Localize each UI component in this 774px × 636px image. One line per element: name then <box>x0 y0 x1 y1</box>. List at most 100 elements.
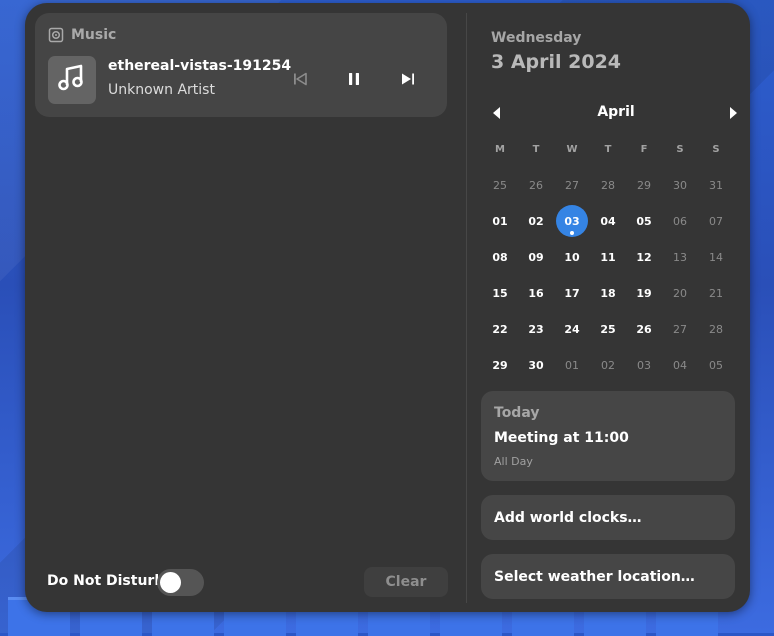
calendar-day[interactable]: 14 <box>698 239 734 275</box>
calendar-day-number: 22 <box>492 322 508 336</box>
calendar-day[interactable]: 01 <box>554 347 590 383</box>
calendar-day-number: 17 <box>564 286 580 300</box>
month-name: April <box>597 104 635 120</box>
calendar-day-number: 02 <box>528 214 544 228</box>
calendar-day[interactable]: 05 <box>698 347 734 383</box>
calendar-day-number: 11 <box>600 250 616 264</box>
calendar-day[interactable]: 29 <box>482 347 518 383</box>
calendar-weekday[interactable]: Wednesday <box>491 30 581 46</box>
calendar-day-number: 24 <box>564 322 580 336</box>
calendar-day[interactable]: 10 <box>554 239 590 275</box>
day-of-week-header: T <box>532 143 540 155</box>
calendar-day[interactable]: 08 <box>482 239 518 275</box>
calendar-day[interactable]: 25 <box>590 311 626 347</box>
calendar-day-number: 12 <box>636 250 652 264</box>
calendar-day[interactable]: 31 <box>698 167 734 203</box>
day-of-week-header: W <box>566 143 578 155</box>
calendar-day[interactable]: 09 <box>518 239 554 275</box>
events-heading: Today <box>494 405 540 421</box>
calendar-day-number: 25 <box>600 322 616 336</box>
calendar-day[interactable]: 04 <box>662 347 698 383</box>
calendar-day[interactable]: 20 <box>662 275 698 311</box>
calendar-day-number: 03 <box>637 358 651 372</box>
calendar-day[interactable]: 18 <box>590 275 626 311</box>
calendar-day-number: 15 <box>492 286 508 300</box>
calendar-day-number: 06 <box>673 214 687 228</box>
next-month-button[interactable] <box>721 101 745 125</box>
events-card[interactable]: Today Meeting at 11:00 All Day <box>481 391 735 481</box>
event-title: Meeting at 11:00 <box>494 430 629 446</box>
calendar-day-number: 28 <box>709 322 723 336</box>
calendar-day-number: 21 <box>709 286 723 300</box>
calendar-day[interactable]: 27 <box>554 167 590 203</box>
calendar-day-number: 02 <box>601 358 615 372</box>
day-of-week-header: T <box>604 143 612 155</box>
calendar-day[interactable]: 02 <box>518 203 554 239</box>
calendar-day-number: 26 <box>636 322 652 336</box>
calendar-day-number: 19 <box>636 286 652 300</box>
calendar-day[interactable]: 12 <box>626 239 662 275</box>
calendar-grid: M T W T F S S 25 26 27 28 29 30 31 01 02 03 04 05 06 07 08 09 1… <box>482 131 734 383</box>
calendar-day[interactable]: 13 <box>662 239 698 275</box>
calendar-day[interactable]: 15 <box>482 275 518 311</box>
calendar-day[interactable]: 26 <box>518 167 554 203</box>
calendar-day-number: 25 <box>493 178 507 192</box>
calendar-day[interactable]: 21 <box>698 275 734 311</box>
calendar-day-number: 29 <box>637 178 651 192</box>
calendar-day-number: 08 <box>492 250 508 264</box>
day-of-week-header: F <box>640 143 648 155</box>
calendar-day[interactable]: 03 <box>626 347 662 383</box>
calendar-day[interactable]: 06 <box>662 203 698 239</box>
calendar-day[interactable]: 28 <box>698 311 734 347</box>
calendar-day-number: 28 <box>601 178 615 192</box>
calendar-day-number: 30 <box>528 358 544 372</box>
calendar-day-number: 23 <box>528 322 544 336</box>
event-time: All Day <box>494 455 533 468</box>
calendar-day-number: 14 <box>709 250 723 264</box>
calendar-date[interactable]: 3 April 2024 <box>491 51 621 73</box>
calendar-day-number: 05 <box>636 214 652 228</box>
calendar-day-number: 27 <box>565 178 579 192</box>
day-of-week-header: M <box>495 143 505 155</box>
calendar-day-number: 04 <box>673 358 687 372</box>
add-world-clocks-button[interactable]: Add world clocks… <box>481 495 735 540</box>
calendar-day-number: 09 <box>528 250 544 264</box>
calendar-day[interactable]: 24 <box>554 311 590 347</box>
calendar-day[interactable]: 30 <box>662 167 698 203</box>
calendar-day[interactable]: 11 <box>590 239 626 275</box>
calendar-day[interactable]: 30 <box>518 347 554 383</box>
calendar-day[interactable]: 17 <box>554 275 590 311</box>
calendar-day-number: 04 <box>600 214 616 228</box>
calendar-day-number: 27 <box>673 322 687 336</box>
calendar-day-number: 01 <box>565 358 579 372</box>
calendar-day[interactable]: 27 <box>662 311 698 347</box>
calendar-day[interactable]: 23 <box>518 311 554 347</box>
select-weather-location-button[interactable]: Select weather location… <box>481 554 735 599</box>
calendar-day-number: 16 <box>528 286 544 300</box>
calendar-day[interactable]: 16 <box>518 275 554 311</box>
day-of-week-header: S <box>676 143 684 155</box>
calendar-day-number: 18 <box>600 286 616 300</box>
calendar-day[interactable]: 04 <box>590 203 626 239</box>
calendar-day-number: 01 <box>492 214 508 228</box>
calendar-day-number: 29 <box>492 358 508 372</box>
day-of-week-header: S <box>712 143 720 155</box>
calendar-day-number: 30 <box>673 178 687 192</box>
calendar-day[interactable]: 05 <box>626 203 662 239</box>
calendar-day[interactable]: 07 <box>698 203 734 239</box>
calendar-day-number: 31 <box>709 178 723 192</box>
calendar-day-number: 05 <box>709 358 723 372</box>
calendar-day-today[interactable]: 03 <box>554 203 590 239</box>
month-navigation: April <box>491 101 741 125</box>
calendar-day-number: 07 <box>709 214 723 228</box>
calendar-day[interactable]: 02 <box>590 347 626 383</box>
calendar-day[interactable]: 28 <box>590 167 626 203</box>
calendar-day[interactable]: 01 <box>482 203 518 239</box>
calendar-day[interactable]: 25 <box>482 167 518 203</box>
calendar-day[interactable]: 26 <box>626 311 662 347</box>
calendar-day[interactable]: 22 <box>482 311 518 347</box>
calendar-day[interactable]: 19 <box>626 275 662 311</box>
calendar-day[interactable]: 29 <box>626 167 662 203</box>
calendar-day-number: 10 <box>564 250 580 264</box>
event-indicator-dot <box>570 231 574 235</box>
